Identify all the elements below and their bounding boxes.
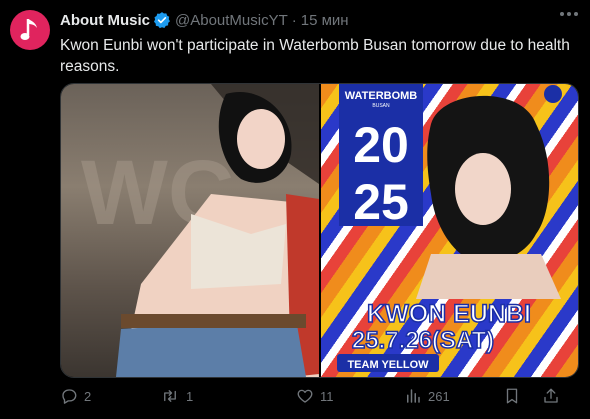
author-handle[interactable]: @AboutMusicYT [175, 12, 288, 29]
share-button[interactable] [542, 387, 572, 405]
lineup-poster-art: WATERBOMB BUSAN 20 25 KWON EUNBI 25.7.26… [337, 84, 562, 372]
poster-artist: KWON EUNBI [367, 300, 531, 328]
like-count: 11 [320, 388, 334, 404]
timestamp[interactable]: 15 мин [301, 12, 349, 29]
reply-count: 2 [84, 388, 92, 404]
views-count: 261 [428, 388, 450, 404]
bookmark-icon [506, 388, 518, 404]
author-name[interactable]: About Music [60, 12, 150, 29]
lineup-poster[interactable]: WATERBOMB BUSAN 20 25 KWON EUNBI 25.7.26… [321, 84, 578, 377]
poster-team: TEAM YELLOW [347, 359, 429, 371]
avatar[interactable] [10, 10, 50, 50]
tweet-header: About Music @AboutMusicYT · 15 мин [60, 10, 349, 30]
poster-date: 25.7.26(SAT) [352, 327, 494, 354]
separator-dot: · [291, 11, 297, 29]
reply-button[interactable]: 2 [60, 387, 160, 405]
action-bar: 2 1 11 261 [60, 387, 577, 405]
tweet-text: Kwon Eunbi won't participate in Waterbom… [60, 37, 570, 75]
repost-icon [164, 390, 176, 402]
views-icon [407, 389, 420, 403]
heart-icon [297, 389, 313, 403]
repost-count: 1 [186, 388, 194, 404]
music-note-icon [20, 19, 37, 40]
share-icon [544, 388, 558, 403]
concert-photo-art: WC [81, 84, 319, 377]
reply-icon [62, 389, 77, 404]
poster-event: WATERBOMB [345, 90, 418, 102]
bookmark-button[interactable] [504, 387, 542, 405]
poster-year-bottom: 25 [353, 174, 409, 230]
like-button[interactable]: 11 [296, 387, 404, 405]
concert-photo[interactable]: WC [61, 84, 319, 377]
poster-year-top: 20 [353, 117, 409, 173]
views-button[interactable]: 261 [404, 387, 504, 405]
media-gallery: WC WATERBOMB BUSAN 20 25 KWON EUNBI 25.7… [60, 83, 579, 378]
repost-button[interactable]: 1 [160, 387, 296, 405]
more-options-icon[interactable] [560, 12, 578, 16]
verified-badge-icon [153, 11, 171, 29]
